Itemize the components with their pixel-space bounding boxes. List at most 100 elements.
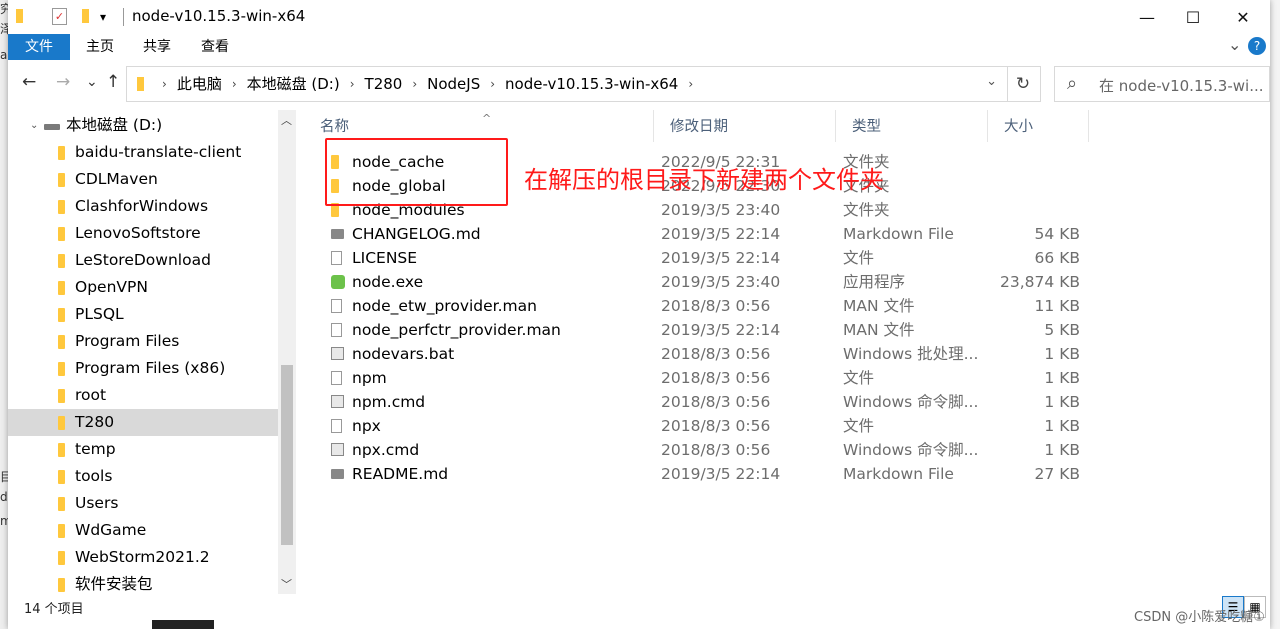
folder-icon [58, 470, 65, 484]
background-window-text: a [0, 48, 8, 62]
node-app-icon [331, 275, 345, 289]
column-header-type[interactable]: 类型 [836, 110, 988, 142]
properties-icon[interactable]: ✓ [52, 8, 67, 25]
scrollbar-thumb[interactable] [281, 365, 293, 545]
breadcrumb-current-folder[interactable]: node-v10.15.3-win-x64 [505, 75, 678, 93]
file-size: 1 KB [1044, 441, 1080, 459]
sidebar-item-baidu-translate-client[interactable]: baidu-translate-client [8, 139, 278, 166]
search-placeholder[interactable]: 在 node-v10.15.3-wi... [1099, 75, 1263, 96]
breadcrumb-separator[interactable]: › [232, 77, 237, 91]
sidebar-item-users[interactable]: Users [8, 490, 278, 517]
sidebar-item-lenovosoftstore[interactable]: LenovoSoftstore [8, 220, 278, 247]
sidebar-item-label: OpenVPN [75, 278, 148, 296]
sidebar-item-temp[interactable]: temp [8, 436, 278, 463]
sidebar-item-cdlmaven[interactable]: CDLMaven [8, 166, 278, 193]
close-button[interactable]: ✕ [1220, 0, 1266, 34]
breadcrumb-t280[interactable]: T280 [365, 75, 403, 93]
breadcrumb-separator[interactable]: › [490, 77, 495, 91]
address-bar[interactable]: › 此电脑 › 本地磁盘 (D:) › T280 › NodeJS › node… [126, 66, 1008, 102]
breadcrumb-nodejs[interactable]: NodeJS [427, 75, 480, 93]
search-box[interactable]: ⌕ 在 node-v10.15.3-wi... [1054, 66, 1270, 102]
file-row[interactable]: LICENSE 2019/3/5 22:14 文件 66 KB [304, 246, 1094, 270]
file-row[interactable]: node_perfctr_provider.man 2019/3/5 22:14 M… [304, 318, 1094, 342]
ribbon-collapse-icon[interactable]: ⌄ [1228, 35, 1241, 54]
breadcrumb-separator[interactable]: › [688, 77, 693, 91]
sidebar-item-t280[interactable]: T280 [8, 409, 278, 436]
sidebar-item-openvpn[interactable]: OpenVPN [8, 274, 278, 301]
file-icon [331, 419, 342, 433]
back-button[interactable]: ← [22, 72, 36, 92]
status-item-count: 14 个项目 [24, 602, 84, 617]
tab-home[interactable]: 主页 [72, 34, 128, 60]
forward-button[interactable]: → [56, 72, 70, 92]
breadcrumb-separator[interactable]: › [350, 77, 355, 91]
sidebar-item-program-files[interactable]: Program Files [8, 328, 278, 355]
minimize-button[interactable]: — [1124, 0, 1170, 34]
background-window-text: d [0, 490, 8, 504]
file-name: node.exe [352, 273, 424, 291]
scroll-down-icon[interactable]: ﹀ [281, 576, 292, 592]
navigation-pane-scrollbar[interactable]: ︿ ﹀ [278, 110, 296, 594]
file-row[interactable]: nodevars.bat 2018/8/3 0:56 Windows 批处理... 1… [304, 342, 1094, 366]
breadcrumb-separator[interactable]: › [162, 77, 167, 91]
sidebar-item-label: WebStorm2021.2 [75, 548, 210, 566]
column-header-size[interactable]: 大小 [988, 110, 1089, 142]
file-type: 文件夹 [843, 201, 890, 219]
sidebar-item-label: Program Files [75, 332, 180, 350]
sidebar-item-label: temp [75, 440, 116, 458]
file-row[interactable]: README.md 2019/3/5 22:14 Markdown File 27 K… [304, 462, 1094, 486]
folder-icon [58, 227, 65, 241]
maximize-button[interactable]: ☐ [1170, 0, 1216, 34]
file-type: 文件 [843, 417, 875, 435]
breadcrumb-separator[interactable]: › [412, 77, 417, 91]
sidebar-item-clashforwindows[interactable]: ClashforWindows [8, 193, 278, 220]
file-row[interactable]: npx 2018/8/3 0:56 文件 1 KB [304, 414, 1094, 438]
file-row[interactable]: npx.cmd 2018/8/3 0:56 Windows 命令脚... 1 KB [304, 438, 1094, 462]
file-date: 2019/3/5 22:14 [661, 465, 781, 483]
recent-locations-button[interactable]: ⌄ [86, 74, 98, 90]
file-name: README.md [352, 465, 449, 483]
folder-icon [58, 497, 65, 511]
tree-item-drive-d[interactable]: ⌄ 本地磁盘 (D:) [8, 112, 278, 139]
file-row[interactable]: npm 2018/8/3 0:56 文件 1 KB [304, 366, 1094, 390]
script-file-icon [331, 443, 344, 456]
new-folder-icon[interactable] [82, 9, 89, 27]
file-name: npm.cmd [352, 393, 426, 411]
breadcrumb-drive-d[interactable]: 本地磁盘 (D:) [247, 73, 340, 94]
tab-view[interactable]: 查看 [187, 34, 243, 60]
up-button[interactable]: ↑ [106, 72, 120, 92]
background-left-edge [0, 0, 8, 629]
column-header-date[interactable]: 修改日期 [654, 110, 836, 142]
collapse-arrow-icon[interactable]: ⌄ [30, 112, 38, 139]
sidebar-item-label: baidu-translate-client [75, 143, 242, 161]
address-dropdown-icon[interactable]: ⌄ [986, 74, 997, 89]
file-row[interactable]: npm.cmd 2018/8/3 0:56 Windows 命令脚... 1 KB [304, 390, 1094, 414]
sidebar-item-program-files-x86-[interactable]: Program Files (x86) [8, 355, 278, 382]
breadcrumb-this-pc[interactable]: 此电脑 [177, 73, 222, 94]
file-type: MAN 文件 [843, 297, 915, 315]
scroll-up-icon[interactable]: ︿ [281, 112, 292, 128]
sidebar-item-lestoredownload[interactable]: LeStoreDownload [8, 247, 278, 274]
sidebar-item-root[interactable]: root [8, 382, 278, 409]
tab-share[interactable]: 共享 [129, 34, 185, 60]
sidebar-item--[interactable]: 软件安装包 [8, 571, 278, 594]
quick-access-dropdown-icon[interactable]: ▾ [100, 10, 106, 24]
window-title: node-v10.15.3-win-x64 [132, 7, 306, 25]
file-row[interactable]: node_etw_provider.man 2018/8/3 0:56 MAN 文件… [304, 294, 1094, 318]
file-date: 2019/3/5 23:40 [661, 273, 781, 291]
sidebar-item-tools[interactable]: tools [8, 463, 278, 490]
file-type: Windows 批处理... [843, 345, 979, 363]
sidebar-item-plsql[interactable]: PLSQL [8, 301, 278, 328]
tab-file[interactable]: 文件 [8, 34, 70, 60]
help-icon[interactable]: ? [1248, 37, 1266, 55]
sidebar-item-webstorm2021-2[interactable]: WebStorm2021.2 [8, 544, 278, 571]
sidebar-item-label: Users [75, 494, 119, 512]
file-type: Markdown File [843, 225, 954, 243]
file-row[interactable]: CHANGELOG.md 2019/3/5 22:14 Markdown File 5… [304, 222, 1094, 246]
folder-icon [58, 173, 65, 187]
file-size: 5 KB [1044, 321, 1080, 339]
sidebar-item-wdgame[interactable]: WdGame [8, 517, 278, 544]
sidebar-item-label: CDLMaven [75, 170, 158, 188]
refresh-button[interactable]: ↻ [1006, 66, 1041, 102]
file-row[interactable]: node.exe 2019/3/5 23:40 应用程序 23,874 KB [304, 270, 1094, 294]
